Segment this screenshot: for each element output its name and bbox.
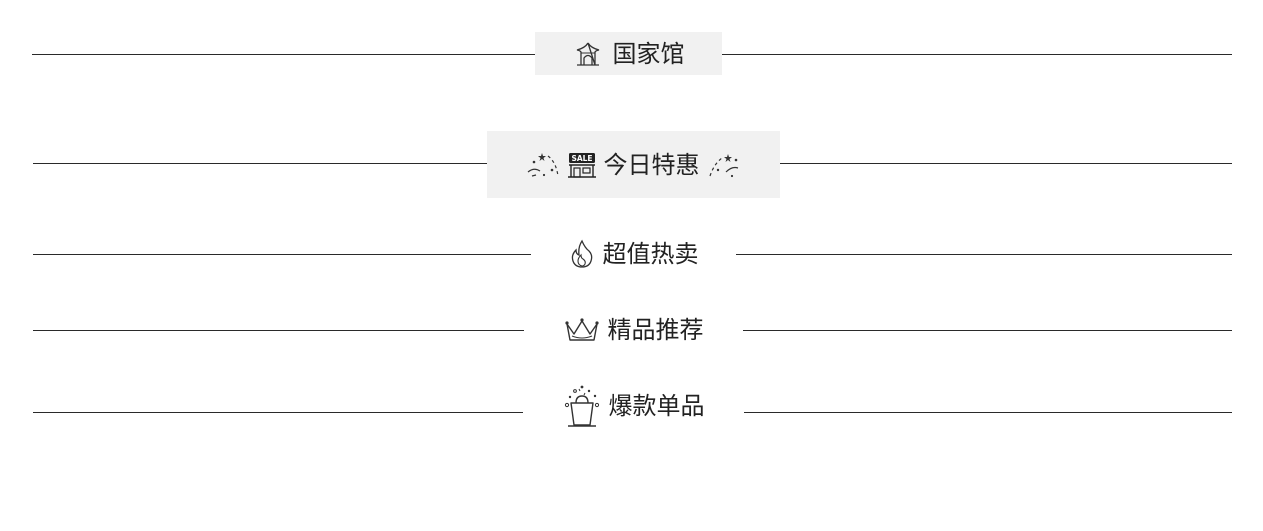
- divider-line-left: [33, 163, 487, 164]
- divider-line-left: [33, 330, 524, 331]
- section-title: 国家馆: [612, 39, 685, 68]
- section-header-daily-deals[interactable]: SALE 今日特惠: [487, 131, 780, 198]
- divider-line-right: [744, 412, 1232, 413]
- section-header-hot-sale[interactable]: 超值热卖: [531, 234, 736, 274]
- section-header-bestseller[interactable]: 爆款单品: [523, 380, 744, 432]
- section-title: 今日特惠: [603, 150, 700, 179]
- divider-line-left: [33, 254, 531, 255]
- section-title: 爆款单品: [608, 392, 705, 420]
- sparkling-bag-icon: [563, 383, 601, 429]
- confetti-right-icon: [706, 150, 742, 180]
- divider-line-right: [736, 254, 1232, 255]
- divider-line-left: [32, 54, 535, 55]
- section-title: 超值热卖: [602, 240, 699, 268]
- section-header-country-pavilion[interactable]: 国家馆: [535, 32, 722, 75]
- pavilion-icon: [573, 41, 603, 67]
- crown-icon: [564, 316, 600, 344]
- sale-shop-icon: SALE: [566, 150, 598, 180]
- confetti-left-icon: [526, 150, 562, 180]
- divider-line-right: [780, 163, 1232, 164]
- sale-badge-text: SALE: [571, 154, 592, 163]
- divider-line-right: [743, 330, 1232, 331]
- section-title: 精品推荐: [607, 316, 704, 344]
- section-header-recommended[interactable]: 精品推荐: [524, 310, 743, 350]
- divider-line-right: [722, 54, 1232, 55]
- flame-icon: [569, 239, 595, 269]
- divider-line-left: [33, 412, 523, 413]
